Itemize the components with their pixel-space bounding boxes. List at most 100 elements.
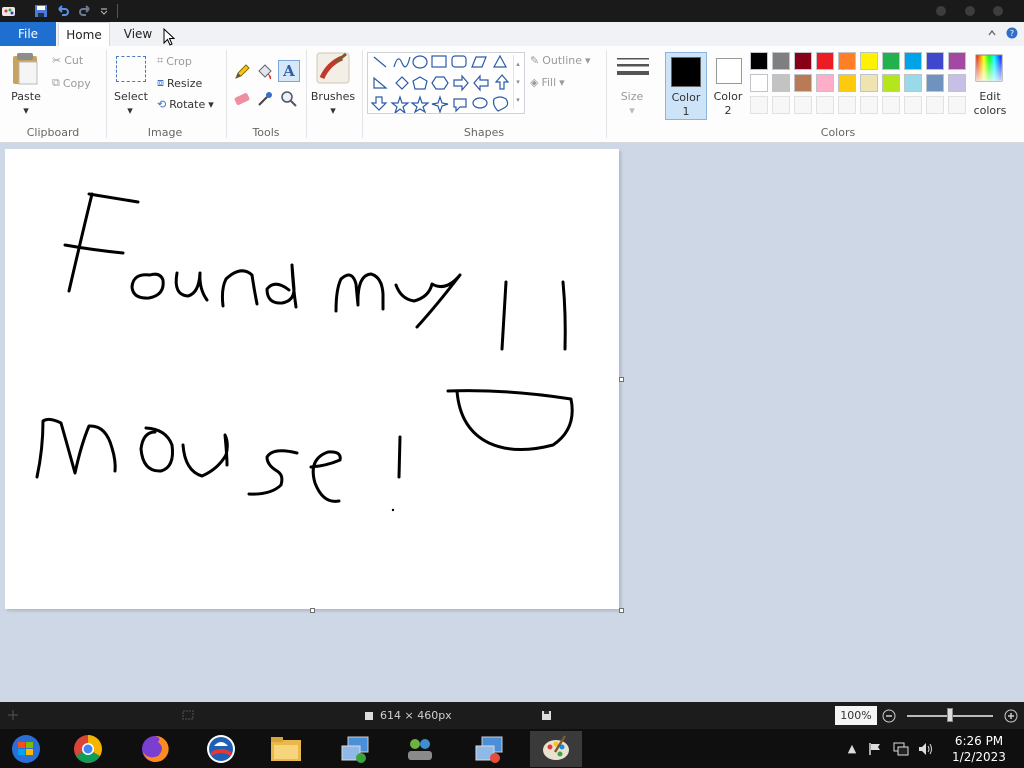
palette-swatch[interactable] [772, 74, 790, 92]
brushes-icon[interactable] [316, 52, 350, 87]
palette-swatch[interactable] [838, 74, 856, 92]
palette-swatch[interactable] [816, 52, 834, 70]
drawing-canvas[interactable] [5, 149, 619, 609]
ribbon-separator [106, 50, 107, 138]
shapes-scroll[interactable]: ▴ ▾ ▾ [513, 55, 522, 109]
custom-color-slot[interactable] [904, 96, 922, 114]
palette-swatch[interactable] [948, 52, 966, 70]
eraser-icon[interactable] [233, 92, 251, 109]
edit-colors-icon[interactable] [975, 54, 1003, 85]
select-dropdown-icon[interactable]: ▾ [124, 104, 136, 117]
save-icon[interactable] [32, 2, 50, 20]
resize-button[interactable]: ⧈ Resize [157, 76, 202, 90]
redo-icon[interactable] [76, 2, 94, 20]
folder-icon [271, 737, 301, 761]
taskbar-remote-desktop-2[interactable] [467, 731, 511, 767]
taskbar-firefox[interactable] [133, 731, 177, 767]
tab-file[interactable]: File [0, 22, 56, 46]
palette-swatch[interactable] [750, 74, 768, 92]
paste-button[interactable] [10, 52, 42, 89]
fill-bucket-icon[interactable] [256, 63, 274, 84]
taskbar-app-circle[interactable] [199, 731, 243, 767]
minimize-ribbon-icon[interactable] [985, 26, 999, 40]
crop-button[interactable]: ⌗ Crop [157, 54, 192, 68]
custom-color-slot[interactable] [926, 96, 944, 114]
custom-color-slot[interactable] [816, 96, 834, 114]
shapes-gallery: ▴ ▾ ▾ [367, 52, 525, 114]
copy-button[interactable]: ⧉ Copy [52, 76, 91, 90]
undo-icon[interactable] [54, 2, 72, 20]
zoom-in-button[interactable] [1004, 709, 1018, 726]
zoom-out-button[interactable] [882, 709, 896, 726]
action-center-flag-icon[interactable] [866, 729, 884, 768]
minimize-button[interactable] [936, 6, 946, 16]
text-tool-icon[interactable]: A [278, 60, 300, 82]
tab-home[interactable]: Home [58, 22, 110, 47]
palette-swatch[interactable] [948, 74, 966, 92]
zoom-slider-thumb[interactable] [947, 708, 953, 722]
palette-swatch[interactable] [794, 74, 812, 92]
custom-color-slot[interactable] [860, 96, 878, 114]
color1-number: 1 [682, 105, 690, 118]
palette-swatch[interactable] [750, 52, 768, 70]
custom-color-slot[interactable] [838, 96, 856, 114]
color1-label: Color [671, 91, 701, 104]
resize-handle-corner[interactable] [619, 608, 624, 613]
palette-swatch[interactable] [904, 74, 922, 92]
fill-button[interactable]: ◈ Fill ▾ [530, 76, 565, 89]
customize-quick-access-icon[interactable] [95, 2, 113, 20]
rotate-button[interactable]: ⟲ Rotate ▾ [157, 98, 214, 111]
size-icon[interactable] [616, 56, 650, 83]
resize-handle-right[interactable] [619, 377, 624, 382]
outline-button[interactable]: ✎ Outline ▾ [530, 54, 591, 67]
palette-swatch[interactable] [860, 52, 878, 70]
custom-color-slot[interactable] [882, 96, 900, 114]
palette-swatch[interactable] [772, 52, 790, 70]
close-button[interactable] [993, 6, 1003, 16]
palette-swatch[interactable] [882, 52, 900, 70]
custom-color-slot[interactable] [772, 96, 790, 114]
shapes-icons[interactable] [370, 53, 515, 113]
palette-swatch[interactable] [816, 74, 834, 92]
taskbar-paint[interactable] [530, 731, 582, 767]
palette-swatch[interactable] [860, 74, 878, 92]
color2-button[interactable]: Color 2 [708, 52, 748, 120]
paint-app-icon[interactable] [0, 2, 18, 20]
palette-swatch[interactable] [794, 52, 812, 70]
help-icon[interactable]: ? [1005, 26, 1019, 40]
brushes-label[interactable]: Brushes [310, 90, 356, 103]
title-bar [0, 0, 1024, 22]
taskbar-network-app[interactable] [398, 731, 442, 767]
palette-swatch[interactable] [904, 52, 922, 70]
start-button[interactable] [4, 731, 48, 767]
custom-color-slot[interactable] [794, 96, 812, 114]
show-hidden-icons-button[interactable]: ▲ [846, 729, 858, 768]
custom-color-slot[interactable] [948, 96, 966, 114]
taskbar-file-explorer[interactable] [264, 731, 308, 767]
select-icon[interactable] [116, 56, 146, 82]
resize-handle-bottom[interactable] [310, 608, 315, 613]
palette-swatch[interactable] [926, 52, 944, 70]
pencil-icon[interactable] [233, 63, 251, 84]
color-picker-icon[interactable] [256, 90, 274, 111]
network-icon[interactable] [891, 729, 911, 768]
color1-button[interactable]: Color 1 [665, 52, 707, 120]
magnifier-icon[interactable] [280, 90, 298, 111]
maximize-button[interactable] [965, 6, 975, 16]
system-clock[interactable]: 6:26 PM 1/2/2023 [944, 733, 1014, 765]
tab-view[interactable]: View [114, 22, 162, 46]
size-label[interactable]: Size [614, 90, 650, 103]
taskbar-remote-desktop-1[interactable] [333, 731, 377, 767]
paste-dropdown-icon[interactable]: ▾ [20, 104, 32, 117]
size-dropdown-icon[interactable]: ▾ [626, 104, 638, 117]
palette-swatch[interactable] [838, 52, 856, 70]
ribbon-separator [606, 50, 607, 138]
taskbar-chrome[interactable] [66, 731, 110, 767]
brushes-dropdown-icon[interactable]: ▾ [327, 104, 339, 117]
palette-swatch[interactable] [882, 74, 900, 92]
cut-button[interactable]: ✂ Cut [52, 54, 83, 67]
volume-icon[interactable] [916, 729, 936, 768]
canvas-workspace[interactable] [0, 143, 1024, 702]
custom-color-slot[interactable] [750, 96, 768, 114]
palette-swatch[interactable] [926, 74, 944, 92]
